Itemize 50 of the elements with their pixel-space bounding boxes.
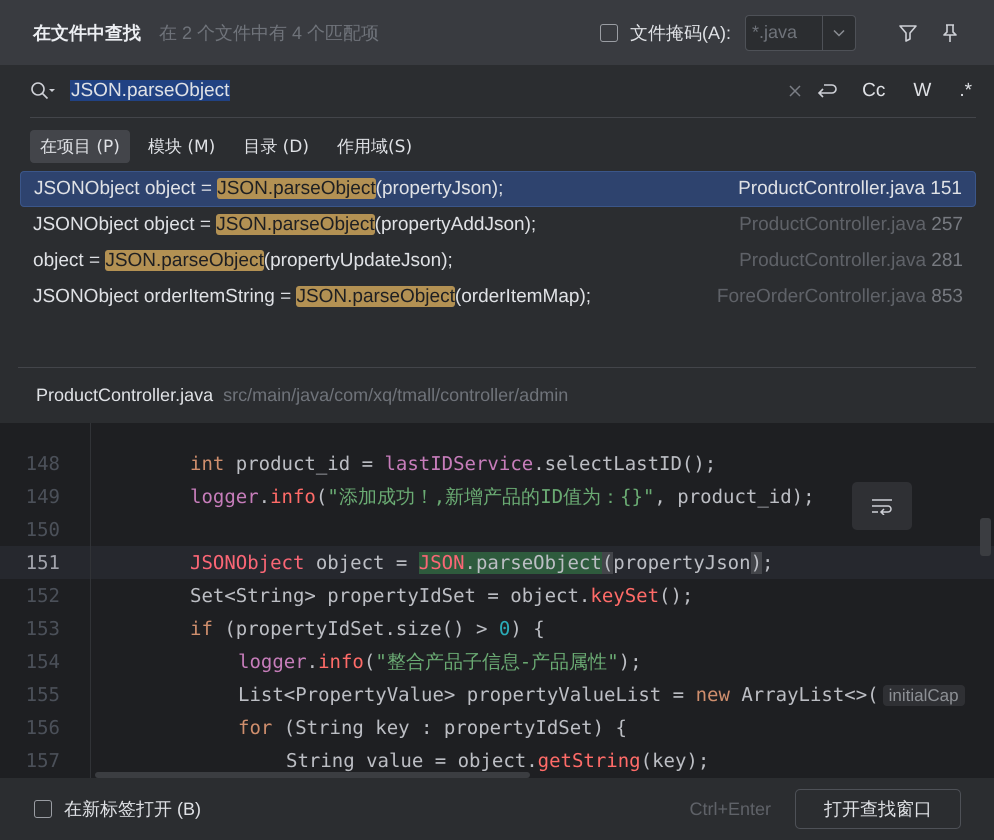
preview-file-name: ProductController.java <box>36 385 214 406</box>
scope-tab[interactable]: 目录 (D) <box>233 130 320 163</box>
shortcut-hint: Ctrl+Enter <box>689 798 771 820</box>
scope-tab[interactable]: 在项目 (P) <box>30 130 130 163</box>
result-code: JSONObject object = JSON.parseObject(propertyAddJson); <box>33 214 536 236</box>
code-line: JSONObject object = JSON.parseObject(propertyJson); <box>190 552 774 574</box>
horizontal-scrollbar[interactable] <box>95 772 530 778</box>
search-option-toggle[interactable]: W <box>909 78 936 104</box>
file-mask-checkbox[interactable] <box>600 24 618 42</box>
code-line: int product_id = lastIDService.selectLastID(); <box>190 452 716 474</box>
code-line: logger.info("添加成功！,新增产品的ID值为：{}", product_id); <box>190 484 815 510</box>
match-summary: 在 2 个文件中有 4 个匹配项 <box>159 22 380 44</box>
search-field[interactable]: JSON.parseObject <box>70 80 774 102</box>
result-code: JSONObject object = JSON.parseObject(propertyJson); <box>34 178 504 200</box>
result-row[interactable]: JSONObject object = JSON.parseObject(propertyAddJson); ProductController.java 257 <box>20 207 976 243</box>
new-tab-label: 在新标签打开 (B) <box>64 798 201 821</box>
result-location: ProductController.java 151 <box>738 178 962 200</box>
filter-icon[interactable] <box>898 22 918 42</box>
chevron-icon <box>833 28 845 36</box>
result-row[interactable]: JSONObject orderItemString = JSON.parseObject(orderItemMap); ForeOrderController.java 853 <box>20 279 976 315</box>
file-mask-label: 文件掩码(A): <box>630 22 731 44</box>
code-line: String value = object.getString(key); <box>286 750 710 772</box>
search-option-toggle[interactable]: Cc <box>858 78 890 104</box>
code-line: Set<String> propertyIdSet = object.keySet(); <box>190 584 694 606</box>
scope-tab[interactable]: 模块 (M) <box>138 130 226 163</box>
preview-file-path: src/main/java/com/xq/tmall/controller/admin <box>223 385 568 406</box>
result-code: JSONObject orderItemString = JSON.parseObject(orderItemMap); <box>33 286 592 308</box>
soft-wrap-button[interactable] <box>852 482 912 530</box>
vertical-scrollbar[interactable] <box>980 518 991 556</box>
result-row[interactable]: object = JSON.parseObject(propertyUpdateJson); ProductController.java 281 <box>20 243 976 279</box>
search-option-toggle[interactable]: .* <box>955 78 976 104</box>
scope-tab[interactable]: 作用域(S) <box>327 130 422 163</box>
result-row[interactable]: JSONObject object = JSON.parseObject(propertyJson); ProductController.java 151 <box>20 171 976 207</box>
result-location: ForeOrderController.java 853 <box>716 286 963 308</box>
result-location: ProductController.java 281 <box>739 250 963 272</box>
new-tab-checkbox[interactable] <box>34 800 52 818</box>
dialog-title: 在文件中查找 <box>33 22 141 44</box>
result-location: ProductController.java 257 <box>739 214 963 236</box>
file-mask-combo[interactable]: *.java <box>745 14 856 50</box>
code-line: for (String key : propertyIdSet) { <box>238 716 627 738</box>
file-mask-field[interactable]: *.java <box>746 16 822 50</box>
code-line: if (propertyIdSet.size() > 0) { <box>190 618 545 640</box>
open-find-window-button[interactable]: 打开查找窗口 <box>795 789 961 829</box>
code-line: List<PropertyValue> propertyValueList = new ArrayList<>( initialCap <box>238 684 965 706</box>
clear-icon[interactable] <box>788 84 802 98</box>
line-number: 151 <box>24 552 60 574</box>
soft-wrap-icon <box>870 497 894 515</box>
search-icon[interactable] <box>30 81 56 101</box>
code-line: logger.info("整合产品子信息-产品属性"); <box>238 650 642 674</box>
result-code: object = JSON.parseObject(propertyUpdateJson); <box>33 250 453 272</box>
